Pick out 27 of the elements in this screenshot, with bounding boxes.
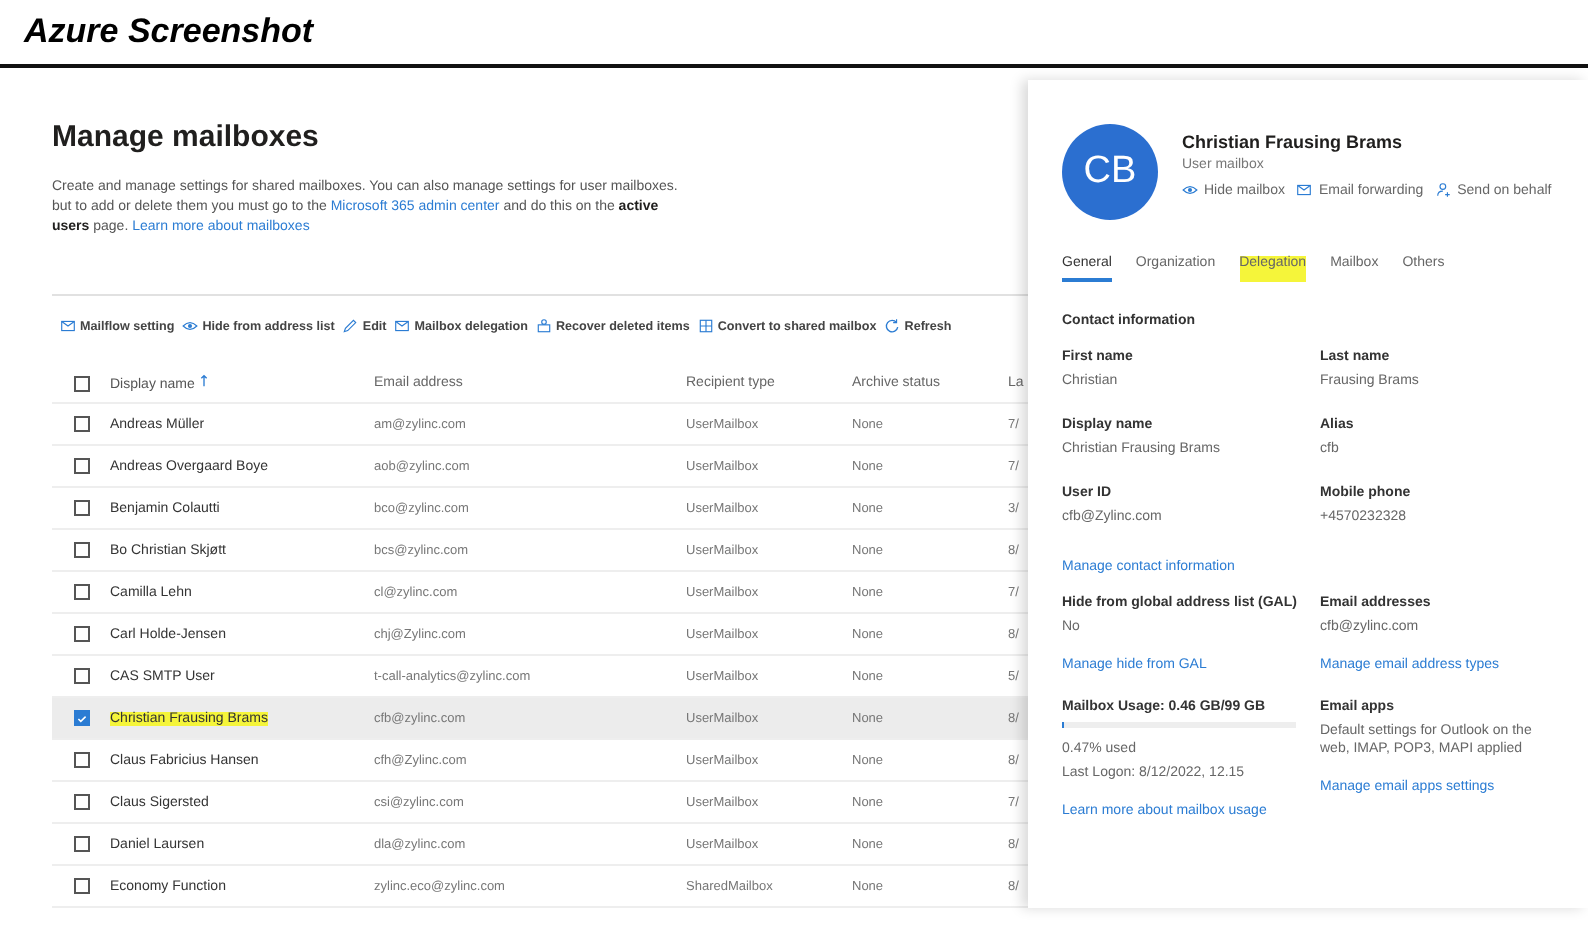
eye-icon (1182, 182, 1198, 198)
person-add-icon (1435, 182, 1452, 198)
checkbox[interactable] (73, 710, 89, 726)
checkbox[interactable] (73, 416, 89, 432)
checkbox[interactable] (73, 500, 89, 516)
pencil-icon (342, 318, 359, 334)
checkbox[interactable] (73, 752, 89, 768)
avatar: CB (1062, 124, 1158, 220)
people-icon (535, 318, 552, 334)
checkbox[interactable] (73, 542, 89, 558)
checkbox[interactable] (73, 584, 89, 600)
envelope-icon (1296, 182, 1313, 198)
checkbox[interactable] (73, 458, 89, 474)
refresh-icon (884, 318, 901, 334)
checkbox[interactable] (73, 668, 89, 684)
checkbox[interactable] (73, 878, 89, 894)
screenshot-title: Azure Screenshot (24, 12, 314, 52)
checkbox[interactable] (73, 626, 89, 642)
envelope-icon (394, 318, 411, 334)
grid-icon (697, 318, 714, 334)
checkbox[interactable] (73, 794, 89, 810)
page-title: Manage mailboxes (52, 120, 319, 154)
checkbox[interactable] (73, 375, 89, 391)
user-name: Christian Frausing Brams (1182, 132, 1405, 152)
envelope-icon (60, 318, 76, 334)
checkbox[interactable] (73, 836, 89, 852)
eye-icon (182, 318, 199, 334)
